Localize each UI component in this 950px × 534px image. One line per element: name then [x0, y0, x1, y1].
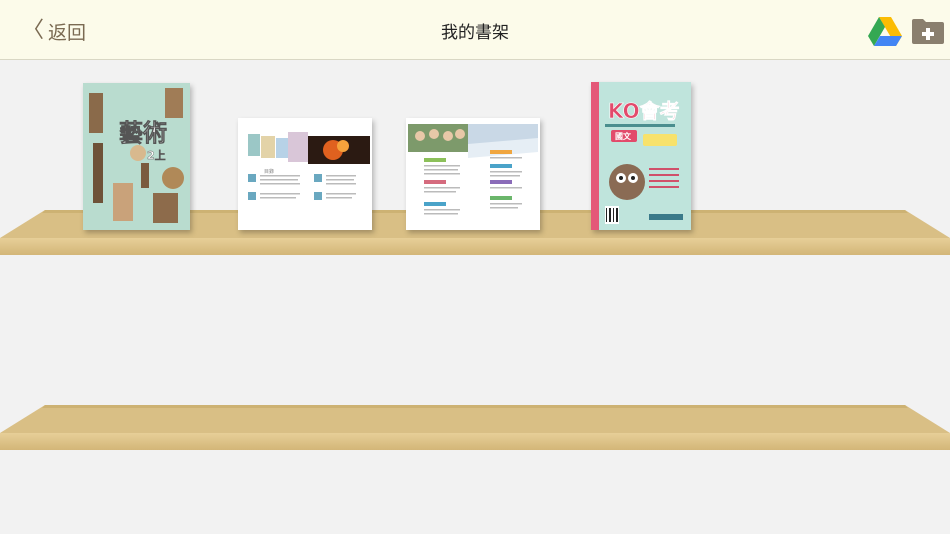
svg-text:目錄: 目錄 — [264, 168, 274, 175]
shelf-2-front — [0, 433, 950, 450]
google-drive-icon[interactable] — [868, 16, 902, 46]
book-ko-title: KO會考 — [608, 99, 680, 123]
top-bar: 〈 返回 我的書架 — [0, 0, 950, 60]
book-toc-1[interactable]: 目錄 — [238, 118, 372, 230]
book-toc-2[interactable] — [406, 118, 540, 230]
page-title: 我的書架 — [441, 23, 509, 43]
book-art-grade: 2上 — [147, 148, 166, 162]
book-art[interactable]: 藝術 2上 — [83, 83, 190, 230]
book-toc-2-cover — [406, 118, 540, 230]
book-ko-subject: 國文 — [615, 131, 632, 141]
folder-add-icon[interactable] — [911, 17, 945, 45]
book-toc-1-cover: 目錄 — [238, 118, 372, 230]
shelf-2-top — [0, 405, 950, 433]
book-ko-exam[interactable]: KO會考 國文 — [591, 82, 691, 230]
shelf-2 — [0, 0, 950, 534]
book-art-cover: 藝術 2上 — [83, 83, 190, 230]
book-ko-exam-cover: KO會考 國文 — [591, 82, 691, 230]
book-art-title: 藝術 — [119, 119, 167, 147]
shelf-1-front — [0, 238, 950, 255]
shelf-1 — [0, 0, 950, 534]
